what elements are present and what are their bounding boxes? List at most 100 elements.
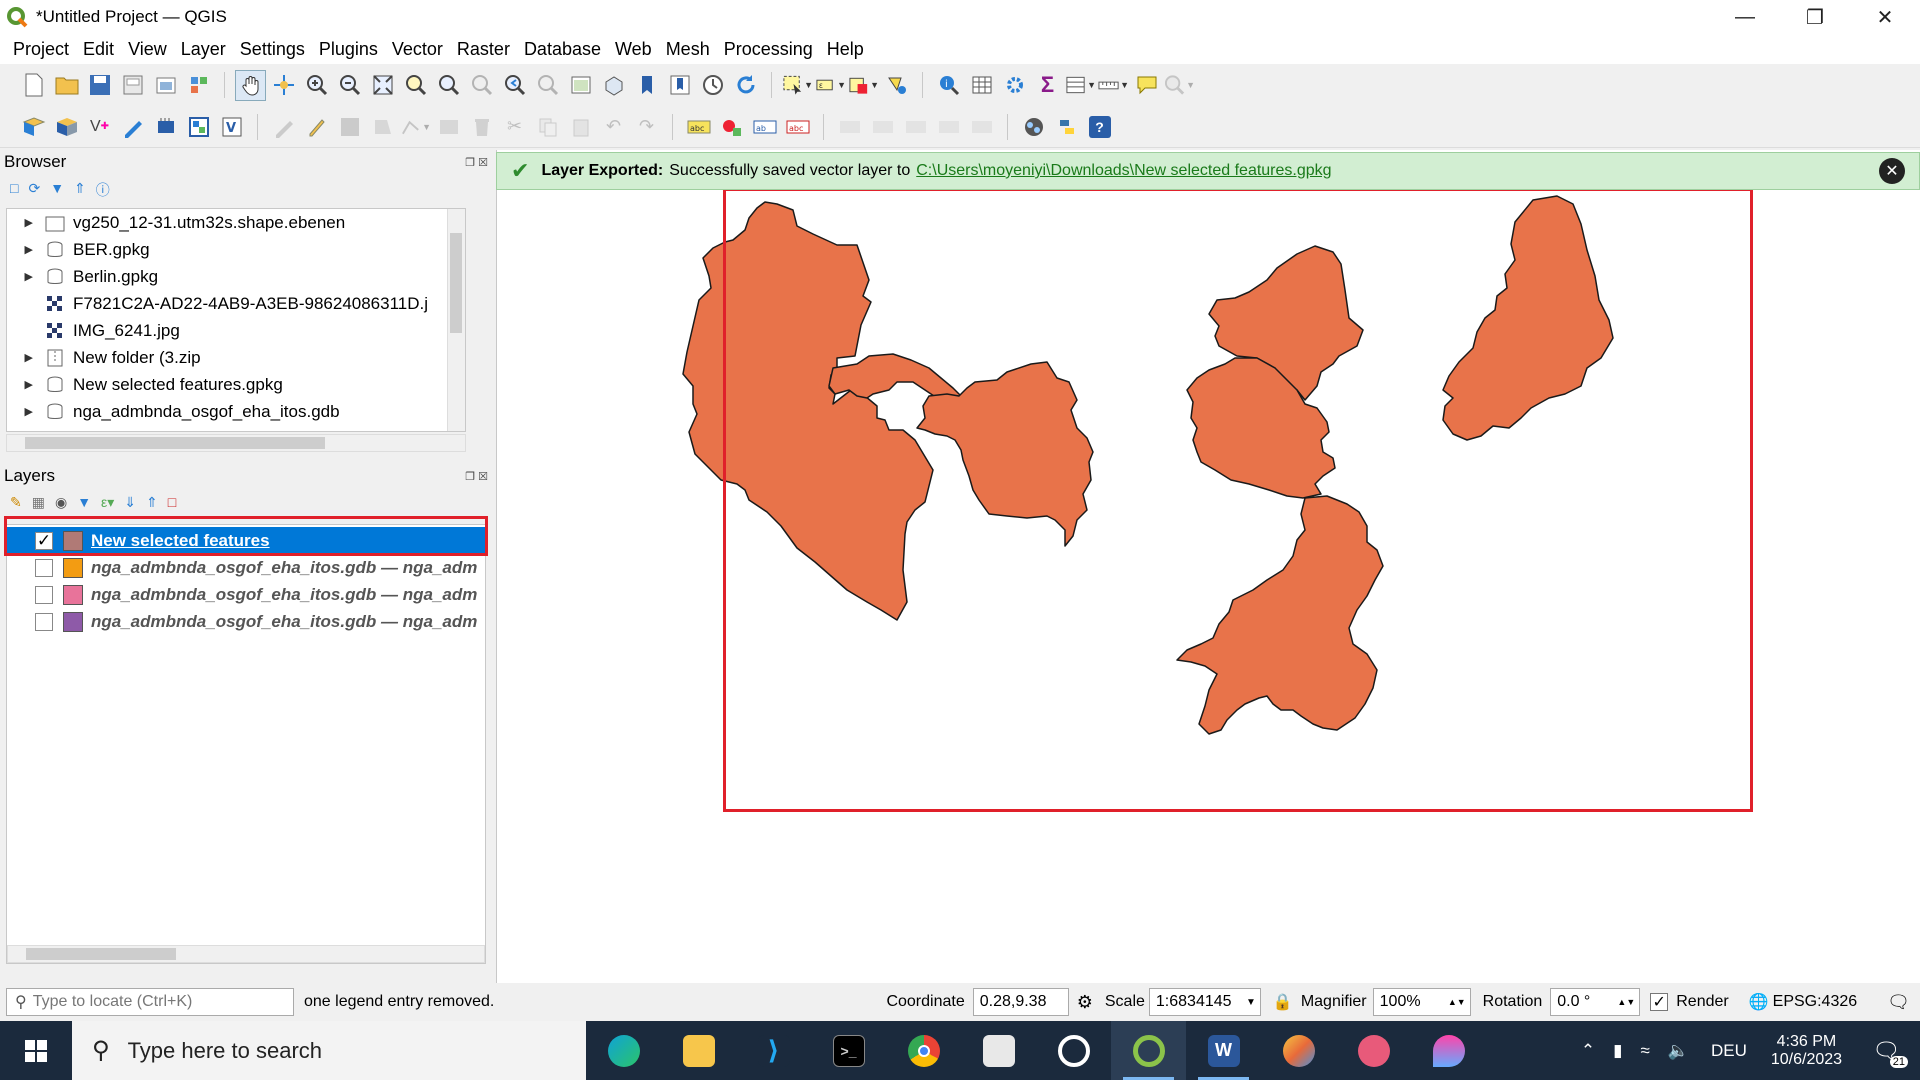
new-3d-view-icon[interactable] [598,70,629,101]
rotation-field[interactable]: 0.0 ° ▲▼ [1550,988,1641,1016]
chevron-down-icon[interactable]: ▼ [1246,997,1256,1008]
menu-processing[interactable]: Processing [717,34,820,64]
chevron-up-icon[interactable]: ⌃ [1581,1041,1595,1061]
locator-icon[interactable]: ▼ [1164,70,1195,101]
current-edits-icon[interactable] [268,111,299,142]
ccleaner-icon[interactable] [1036,1021,1111,1080]
layer-item[interactable]: nga_admbnda_osgof_eha_itos.gdb — nga_adm [7,554,485,581]
browser-item[interactable]: IMG_6241.jpg [7,317,465,344]
layer-visibility-checkbox[interactable] [35,612,53,631]
close-button[interactable]: ✕ [1850,0,1920,34]
menu-plugins[interactable]: Plugins [312,34,385,64]
open-attribute-table-icon[interactable] [966,70,997,101]
zoom-to-selection-icon[interactable] [400,70,431,101]
new-map-view-icon[interactable] [565,70,596,101]
vertex-tool-icon[interactable]: ▼ [400,111,431,142]
browser-item[interactable]: ▶ New selected features.gpkg [7,371,465,398]
save-edits-icon[interactable] [334,111,365,142]
restore-button[interactable]: ❐ [1780,0,1850,34]
new-memory-layer-icon[interactable] [150,111,181,142]
browser-tree[interactable]: ▶ vg250_12-31.utm32s.shape.ebenen ▶ BER.gp… [6,208,466,432]
terminal-icon[interactable]: >_ [811,1021,886,1080]
add-group-icon[interactable]: ▦ [32,494,45,511]
render-checkbox[interactable]: ✓ [1650,993,1669,1011]
style-manager-icon[interactable] [183,70,214,101]
collapse-all-icon[interactable]: ⇑ [74,180,86,200]
browser-horizontal-scrollbar[interactable] [6,434,466,452]
lock-scale-icon[interactable]: 🔒 [1273,992,1293,1012]
menu-help[interactable]: Help [820,34,871,64]
paste-features-icon[interactable] [565,111,596,142]
menu-mesh[interactable]: Mesh [659,34,717,64]
deselect-features-icon[interactable]: ▼ [848,70,879,101]
add-feature-icon[interactable] [367,111,398,142]
language-indicator[interactable]: DEU [1711,1041,1747,1061]
save-project-icon[interactable] [84,70,115,101]
filter-browser-icon[interactable]: ▼ [50,180,64,200]
expand-arrow-icon[interactable]: ▶ [7,243,45,256]
snipping-icon[interactable] [1336,1021,1411,1080]
layer-diagram-icon[interactable] [716,111,747,142]
export-path-link[interactable]: C:\Users\moyeniyi\Downloads\New selected… [916,162,1331,180]
delete-selected-icon[interactable] [466,111,497,142]
taskbar-search-input[interactable]: ⚲ Type here to search [72,1021,586,1080]
volume-icon[interactable]: 🔈 [1668,1041,1689,1061]
layer-symbol-swatch[interactable] [63,557,83,578]
zoom-last-icon[interactable] [499,70,530,101]
minimize-button[interactable]: — [1710,0,1780,34]
cut-features-icon[interactable]: ✂ [499,111,530,142]
select-features-icon[interactable]: ▼ [782,70,813,101]
pan-map-icon[interactable] [235,69,266,101]
layers-tree[interactable]: ✓ New selected features nga_admbnda_osgo… [6,524,486,964]
new-shapefile-layer-icon[interactable]: V ✚ [84,111,115,142]
statistics-icon[interactable]: Σ [1032,70,1063,101]
clock[interactable]: 4:36 PM 10/6/2023 [1771,1033,1842,1069]
expand-arrow-icon[interactable]: ▶ [7,405,45,418]
python-console-icon[interactable] [1051,111,1082,142]
new-project-icon[interactable] [18,70,49,101]
menu-database[interactable]: Database [517,34,608,64]
zoom-native-icon[interactable] [466,70,497,101]
layer-labeling-icon[interactable]: abc [683,111,714,142]
layers-horizontal-scrollbar[interactable] [7,945,485,963]
new-geopackage-layer-icon[interactable] [51,111,82,142]
show-hide-labels-icon[interactable] [867,111,898,142]
toggle-labels-icon[interactable]: abc [782,111,813,142]
crs-button[interactable]: EPSG:4326 [1773,993,1858,1011]
copy-features-icon[interactable] [532,111,563,142]
menu-project[interactable]: Project [6,34,76,64]
spinner-icon[interactable]: ▲▼ [1617,997,1635,1007]
browser-item[interactable]: ▶ nga_admbnda_osgof_eha_itos.gdb [7,398,465,425]
toggle-editing-icon[interactable] [301,111,332,142]
filter-by-expression-icon[interactable]: ε▾ [101,494,114,511]
menu-web[interactable]: Web [608,34,659,64]
menu-settings[interactable]: Settings [233,34,312,64]
save-as-icon[interactable] [117,70,148,101]
menu-vector[interactable]: Vector [385,34,450,64]
refresh-icon[interactable] [730,70,761,101]
crs-globe-icon[interactable]: 🌐 [1749,992,1769,1012]
processing-toolbox-icon[interactable] [999,70,1030,101]
layer-visibility-checkbox[interactable] [35,585,53,604]
help-contents-icon[interactable]: ? [1084,111,1115,142]
wifi-icon[interactable]: ≈ [1640,1041,1649,1061]
locator-search-input[interactable]: ⚲ Type to locate (Ctrl+K) [6,988,294,1016]
collapse-all-layers-icon[interactable]: ⇑ [146,494,158,511]
rotate-label-icon[interactable] [933,111,964,142]
notifications-icon[interactable]: 🗨 21 [1872,1038,1908,1068]
add-selected-layers-icon[interactable]: □ [10,180,18,200]
zoom-full-icon[interactable] [367,70,398,101]
redo-icon[interactable]: ↷ [631,111,662,142]
layer-item[interactable]: nga_admbnda_osgof_eha_itos.gdb — nga_adm [7,608,485,635]
menu-edit[interactable]: Edit [76,34,121,64]
browser-item[interactable]: ▶ Berlin.gpkg [7,263,465,290]
paint-icon[interactable] [1261,1021,1336,1080]
print-layout-icon[interactable] [150,70,181,101]
browser-item[interactable]: ▶ vg250_12-31.utm32s.shape.ebenen [7,209,465,236]
browser-item[interactable]: ▶ New folder (3.zip [7,344,465,371]
digitize-icon[interactable] [117,111,148,142]
quickosm-icon[interactable] [1018,111,1049,142]
select-by-value-icon[interactable]: ε ▼ [815,70,846,101]
browser-panel-controls[interactable]: ❐ ☒ [465,156,488,169]
close-message-icon[interactable]: ✕ [1879,158,1905,184]
